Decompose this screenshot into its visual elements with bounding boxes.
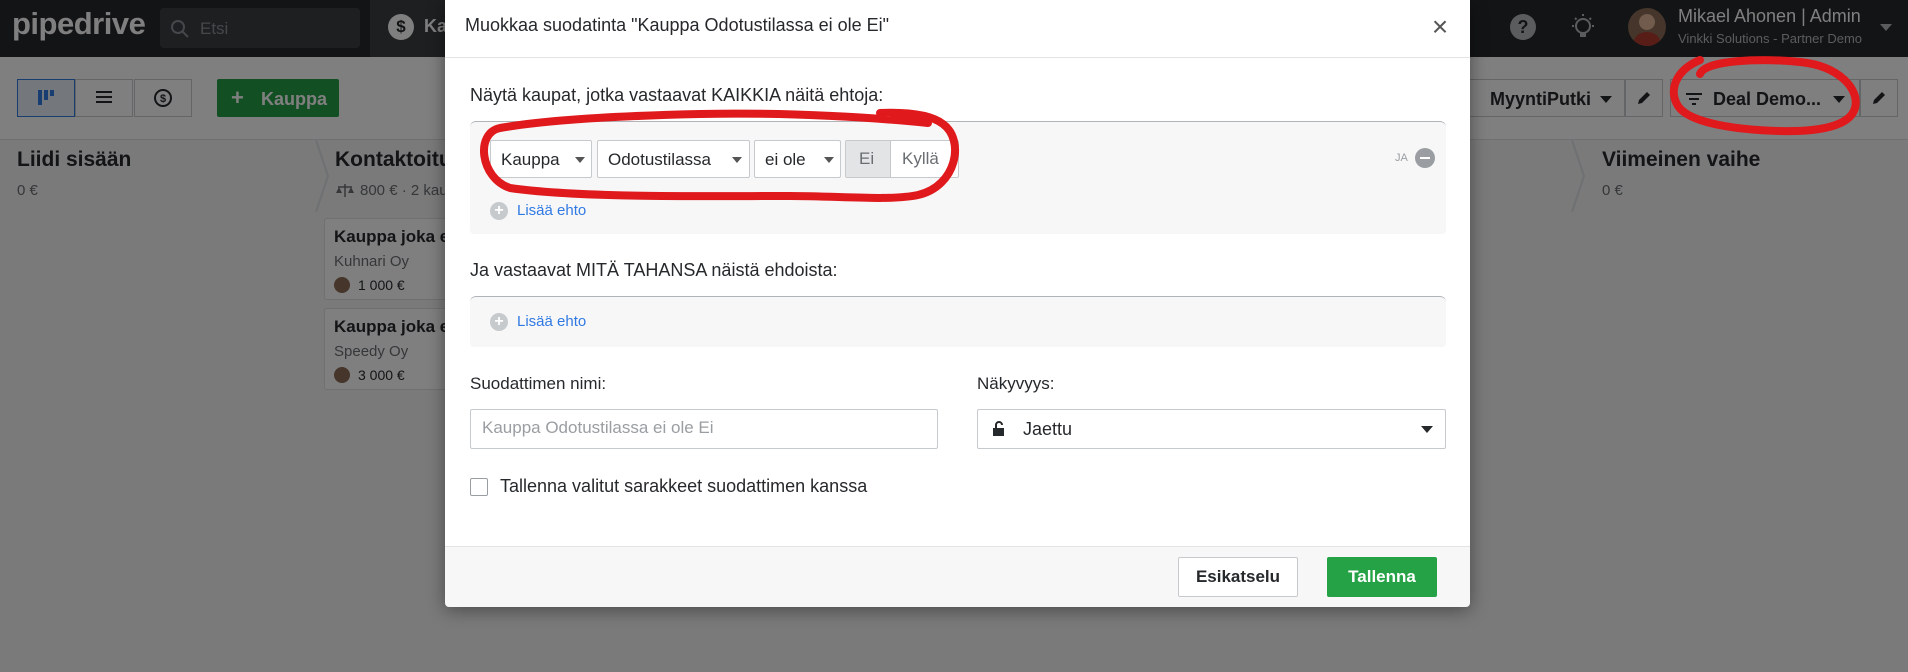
save-columns-checkbox[interactable] xyxy=(470,478,488,496)
visibility-label: Näkyvyys: xyxy=(977,374,1055,393)
visibility-select[interactable]: Jaettu xyxy=(977,409,1446,449)
chevron-down-icon xyxy=(732,157,742,163)
filter-name-label: Suodattimen nimi: xyxy=(470,374,607,393)
chevron-down-icon xyxy=(1421,426,1433,433)
filter-name-field[interactable] xyxy=(470,409,938,449)
condition-object-select[interactable]: Kauppa xyxy=(490,140,592,178)
plus-circle-icon: + xyxy=(490,202,508,220)
chevron-down-icon xyxy=(575,157,585,163)
all-conditions-box: Kauppa Odotustilassa ei ole Ei Kyllä JA … xyxy=(470,121,1446,234)
preview-button[interactable]: Esikatselu xyxy=(1178,557,1298,597)
all-conditions-label: Näytä kaupat, jotka vastaavat KAIKKIA nä… xyxy=(470,85,884,105)
option-yes-label: Kyllä xyxy=(902,149,939,168)
unlock-icon xyxy=(993,421,1004,436)
remove-condition-icon[interactable] xyxy=(1415,148,1435,168)
save-columns-label[interactable]: Tallenna valitut sarakkeet suodattimen k… xyxy=(500,476,867,497)
visibility-value: Jaettu xyxy=(1023,419,1073,439)
and-label: JA xyxy=(1395,152,1408,164)
add-condition-label: Lisää ehto xyxy=(517,313,587,330)
condition-field-select[interactable]: Odotustilassa xyxy=(597,140,750,178)
modal-title: Muokkaa suodatinta "Kauppa Odotustilassa… xyxy=(465,15,890,35)
option-no[interactable]: Ei xyxy=(846,141,891,177)
any-conditions-label: Ja vastaavat MITÄ TAHANSA näistä ehdoist… xyxy=(470,260,838,280)
option-no-label: Ei xyxy=(859,149,875,168)
condition-field-value: Odotustilassa xyxy=(608,150,711,169)
close-icon[interactable]: × xyxy=(1425,12,1455,42)
condition-operator-value: ei ole xyxy=(765,150,806,169)
modal-footer: Esikatselu Tallenna xyxy=(445,546,1470,607)
edit-filter-modal: Muokkaa suodatinta "Kauppa Odotustilassa… xyxy=(445,0,1470,607)
save-button[interactable]: Tallenna xyxy=(1327,557,1437,597)
condition-value-toggle: Ei Kyllä xyxy=(845,140,959,178)
modal-header: Muokkaa suodatinta "Kauppa Odotustilassa… xyxy=(445,0,1470,58)
chevron-down-icon xyxy=(824,157,834,163)
any-conditions-box: + Lisää ehto xyxy=(470,296,1446,347)
filter-name-input[interactable] xyxy=(472,411,932,445)
condition-operator-select[interactable]: ei ole xyxy=(754,140,841,178)
option-yes[interactable]: Kyllä xyxy=(891,141,958,177)
condition-object-value: Kauppa xyxy=(501,150,560,169)
add-condition-label: Lisää ehto xyxy=(517,202,587,219)
plus-circle-icon: + xyxy=(490,313,508,331)
